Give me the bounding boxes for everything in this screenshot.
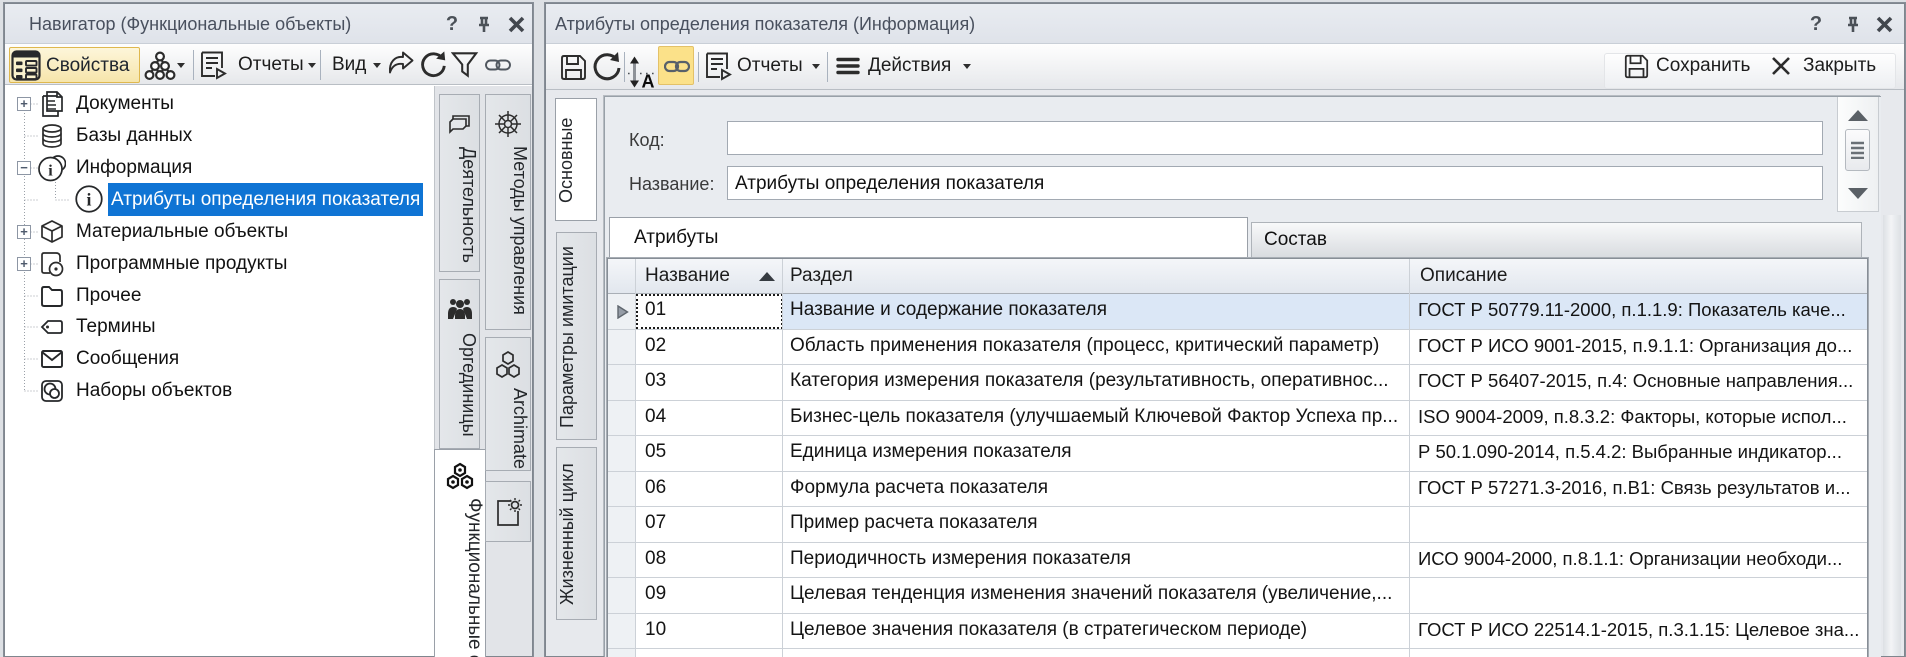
svg-text:i: i [87, 190, 92, 210]
svg-text:i: i [48, 163, 53, 180]
svg-text:A: A [642, 72, 655, 90]
